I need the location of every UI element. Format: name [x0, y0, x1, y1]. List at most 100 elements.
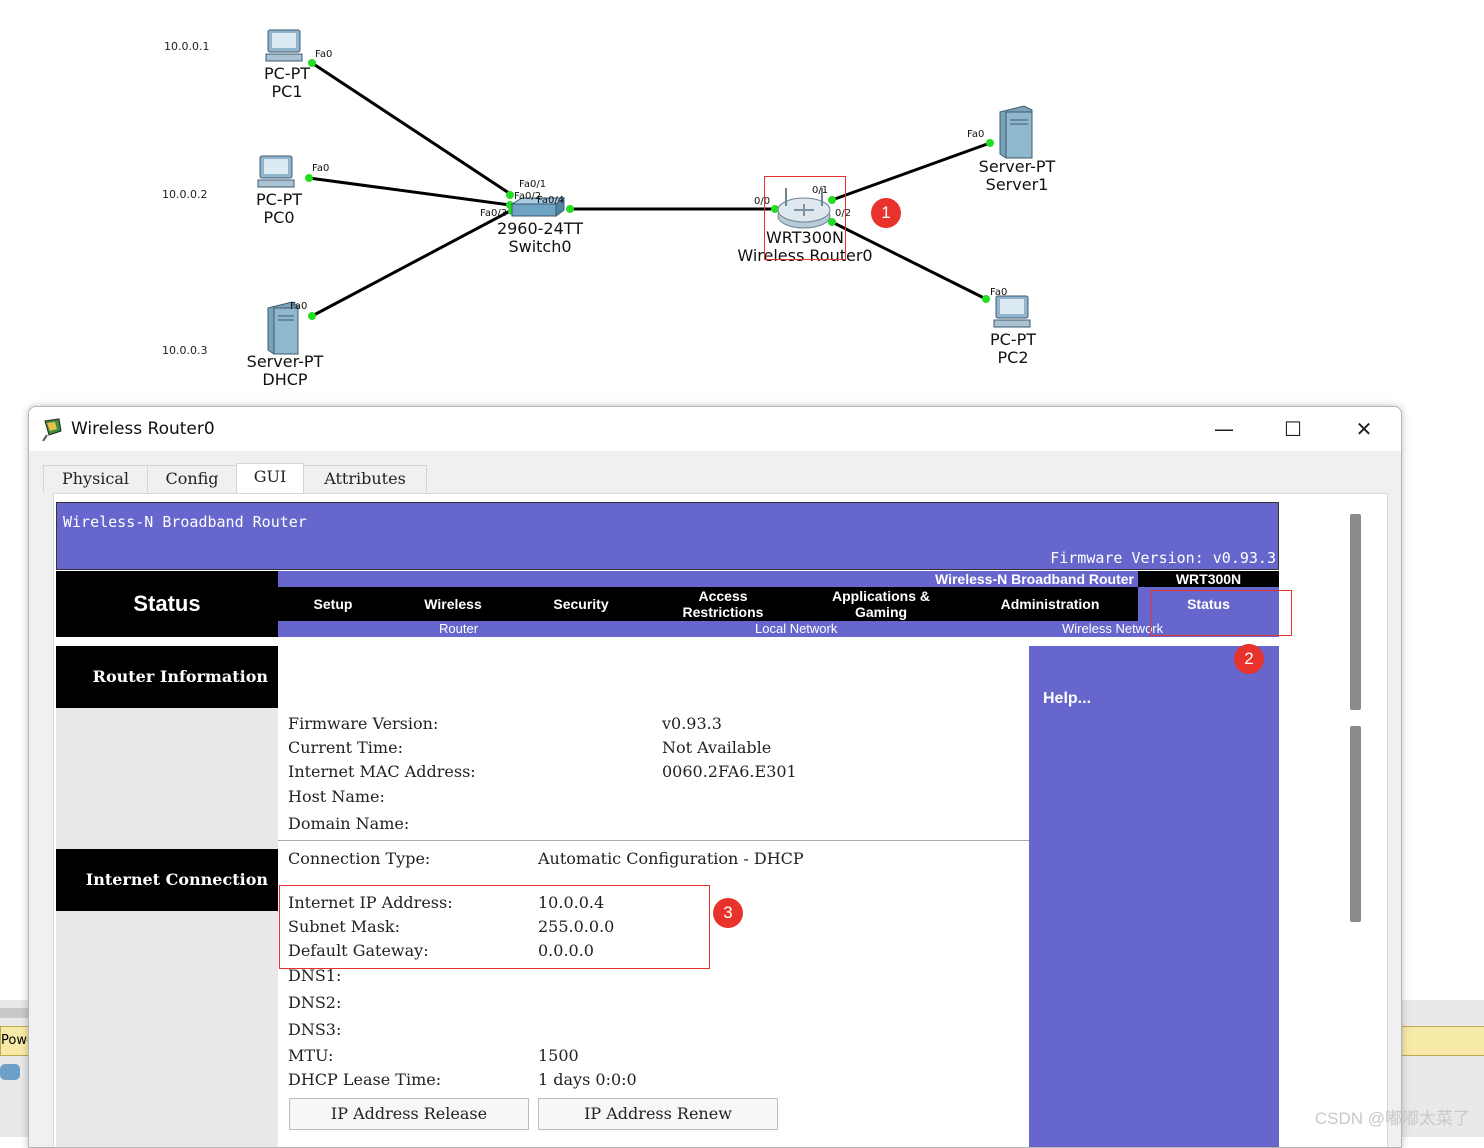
server-icon[interactable] — [999, 105, 1033, 159]
device-label-server1[interactable]: Server-PT Server1 — [972, 158, 1062, 194]
device-type: 2960-24TT — [496, 219, 584, 238]
device-name: DHCP — [262, 370, 308, 389]
model-name: WRT300N — [1138, 571, 1279, 587]
product-name: Wireless-N Broadband Router — [934, 571, 1134, 587]
firmware-label: Firmware Version: — [288, 714, 439, 733]
left-section-column: Router Information Internet Connection — [56, 646, 278, 1147]
background-yellow-strip — [1400, 1026, 1484, 1056]
ip-address-renew-button[interactable]: IP Address Renew — [538, 1098, 778, 1130]
link-dot — [986, 139, 994, 147]
background-toolbar-strip — [0, 1008, 30, 1018]
page-title: Status — [133, 591, 201, 616]
link-dhcp-switch — [311, 208, 513, 318]
nav-administration[interactable]: Administration — [976, 587, 1124, 621]
port-label: Fa0/1 — [519, 179, 547, 190]
header-firmware: Firmware Version: v0.93.3 — [1050, 549, 1276, 567]
link-status-dots — [305, 59, 994, 320]
port-label: Fa0 — [312, 163, 330, 174]
port-label: Fa0/3 — [480, 208, 508, 219]
connection-type-label: Connection Type: — [288, 849, 431, 868]
link-router-server1 — [831, 141, 991, 202]
nav-applications-gaming[interactable]: Applications & Gaming — [816, 587, 946, 621]
main-navigation: Status Wireless-N Broadband Router WRT30… — [56, 571, 1279, 637]
window-title: Wireless Router0 — [71, 419, 215, 439]
router-dialog-window: Wireless Router0 — ☐ ✕ Physical Config G… — [28, 406, 1402, 1148]
topology-links — [308, 61, 991, 318]
device-label-pc1[interactable]: PC-PT PC1 — [252, 65, 322, 101]
tab-config[interactable]: Config — [147, 465, 237, 492]
port-label: Fa0 — [315, 49, 333, 60]
section-internet-connection: Internet Connection — [56, 849, 278, 911]
device-type: PC-PT — [255, 190, 302, 209]
topology-canvas — [257, 29, 1033, 355]
subnav-local-network[interactable]: Local Network — [755, 621, 837, 637]
device-label-switch0[interactable]: 2960-24TT Switch0 — [490, 220, 590, 256]
dhcp-lease-label: DHCP Lease Time: — [288, 1070, 442, 1089]
maximize-button[interactable]: ☐ — [1270, 413, 1316, 445]
gui-content-area: Wireless-N Broadband Router Firmware Ver… — [53, 493, 1388, 1147]
nav-security[interactable]: Security — [526, 587, 636, 621]
annotation-badge: 1 — [871, 198, 901, 228]
help-link[interactable]: Help... — [1043, 690, 1091, 708]
ip-address-release-button[interactable]: IP Address Release — [289, 1098, 529, 1130]
annotation-box-status — [1150, 590, 1292, 636]
tab-gui[interactable]: GUI — [236, 463, 304, 494]
help-panel: Help... — [1029, 646, 1279, 1147]
firmware-value: v0.93.3 — [662, 714, 722, 733]
ip-label: 10.0.0.2 — [162, 188, 208, 201]
device-name: Switch0 — [508, 237, 572, 256]
link-dot — [566, 205, 574, 213]
sub-navigation: Router Local Network Wireless Network — [278, 621, 1279, 637]
device-label-pc2[interactable]: PC-PT PC2 — [978, 331, 1048, 367]
subnav-wireless-network[interactable]: Wireless Network — [1062, 621, 1163, 637]
annotation-badge: 2 — [1234, 644, 1264, 674]
subnav-router[interactable]: Router — [439, 621, 478, 637]
minimize-button[interactable]: — — [1201, 413, 1247, 445]
nav-access-restrictions[interactable]: Access Restrictions — [660, 587, 786, 621]
domain-name-label: Domain Name: — [288, 814, 410, 833]
dns2-label: DNS2: — [288, 993, 342, 1012]
divider — [278, 840, 1029, 841]
ip-label: 10.0.0.1 — [164, 40, 210, 53]
annotation-box-ip-info — [279, 885, 710, 969]
section-router-information: Router Information — [56, 646, 278, 708]
tab-physical[interactable]: Physical — [43, 465, 148, 492]
host-name-label: Host Name: — [288, 787, 385, 806]
pc-icon[interactable] — [257, 155, 295, 188]
device-label-pc0[interactable]: PC-PT PC0 — [244, 191, 314, 227]
close-button[interactable]: ✕ — [1341, 413, 1387, 445]
router-app-icon — [42, 418, 62, 441]
device-name: PC0 — [263, 208, 295, 227]
link-dot — [308, 312, 316, 320]
pc-icon[interactable] — [265, 29, 303, 62]
device-type: PC-PT — [989, 330, 1036, 349]
device-name: PC1 — [271, 82, 303, 101]
scrollbar-thumb[interactable] — [1350, 514, 1361, 710]
title-bar[interactable]: Wireless Router0 — ☐ ✕ — [29, 407, 1401, 451]
vertical-scrollbar[interactable] — [1350, 514, 1361, 1147]
dns3-label: DNS3: — [288, 1020, 342, 1039]
link-dot — [305, 174, 313, 182]
watermark: CSDN @嘟嘟太菜了 — [1314, 1109, 1470, 1128]
annotation-box-router — [764, 176, 846, 260]
cloud-icon — [0, 1064, 20, 1080]
device-type: Server-PT — [246, 352, 324, 371]
device-name: Server1 — [985, 175, 1049, 194]
dhcp-lease-value: 1 days 0:0:0 — [538, 1070, 637, 1089]
nav-setup[interactable]: Setup — [278, 587, 388, 621]
product-bar: Wireless-N Broadband Router — [278, 571, 1138, 587]
nav-wireless[interactable]: Wireless — [398, 587, 508, 621]
device-label-dhcp[interactable]: Server-PT DHCP — [240, 353, 330, 389]
router-header-banner: Wireless-N Broadband Router Firmware Ver… — [56, 502, 1279, 570]
mtu-value: 1500 — [538, 1046, 579, 1065]
pc-icon[interactable] — [993, 295, 1031, 328]
tab-attributes[interactable]: Attributes — [303, 465, 427, 492]
mtu-label: MTU: — [288, 1046, 334, 1065]
link-dot — [982, 295, 990, 303]
annotation-badge: 3 — [713, 898, 743, 928]
mac-value: 0060.2FA6.E301 — [662, 762, 797, 781]
link-pc0-switch — [308, 176, 511, 207]
ip-label: 10.0.0.3 — [162, 344, 208, 357]
current-time-label: Current Time: — [288, 738, 403, 757]
scrollbar-thumb[interactable] — [1350, 726, 1361, 922]
